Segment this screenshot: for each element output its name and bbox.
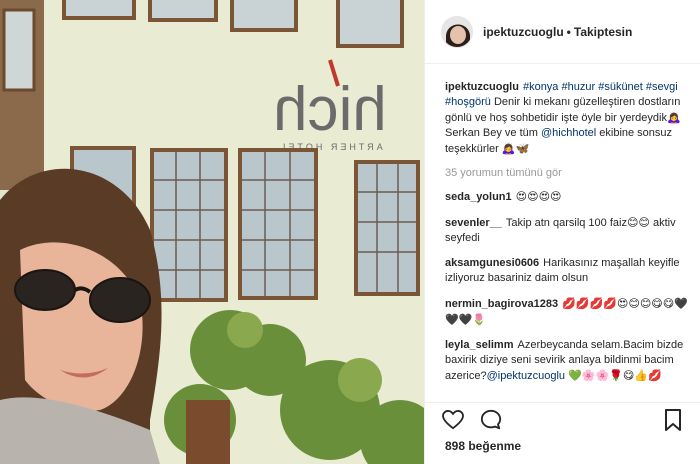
hashtag[interactable]: #sükünet — [598, 81, 643, 93]
header-username[interactable]: ipektuzcuoglu — [483, 25, 564, 39]
comment: sevenler__ Takip atn qarsilq 100 faiz😊😊 a… — [445, 215, 689, 246]
hashtag[interactable]: #hoşgörü — [445, 96, 491, 108]
comment: leyla_selimm Azerbeycanda selam.Bacim biz… — [445, 338, 689, 384]
comment-username[interactable]: seda_yolun1 — [445, 191, 512, 203]
caption-mention[interactable]: @hichhotel — [541, 127, 596, 139]
caption-text: Serkan Bey ve tüm — [445, 127, 538, 139]
view-all-comments-link[interactable]: 35 yorumun tümünü gör — [445, 167, 689, 179]
likes-count[interactable]: 898 beğenme — [445, 439, 521, 453]
post-sidebar: ipektuzcuoglu • Takiptesin ipektuzcuoglu… — [424, 0, 700, 464]
hashtag[interactable]: #konya — [523, 81, 558, 93]
comments-section: ipektuzcuoglu #konya #huzur #sükünet #sev… — [425, 80, 700, 398]
comment-emoji: 💚🌸🌸🌹😋👍💋 — [568, 369, 662, 382]
caption-emoji: 🙇‍♀️ — [666, 111, 681, 124]
comment-emoji: 😍😍😍😍 — [515, 190, 562, 203]
hotel-sign: hich — [273, 75, 387, 144]
save-button[interactable] — [661, 408, 685, 432]
comment-username[interactable]: nermin_bagirova1283 — [445, 298, 558, 310]
comment-username[interactable]: leyla_selimm — [445, 339, 514, 351]
comment: aksamgunesi0606 Harikasınız maşallah keyi… — [445, 256, 689, 286]
heart-icon — [442, 409, 464, 429]
bookmark-icon — [665, 408, 681, 431]
avatar-image — [442, 16, 472, 47]
caption-emoji: 🙇‍♀️🦋 — [501, 142, 530, 155]
comment-emoji: 😊😊 — [626, 216, 650, 229]
hashtag[interactable]: #sevgi — [646, 81, 678, 93]
post-header: ipektuzcuoglu • Takiptesin — [425, 0, 700, 64]
caption-username[interactable]: ipektuzcuoglu — [445, 81, 519, 93]
comment-text: Takip atn qarsilq 100 faiz — [505, 217, 627, 229]
avatar[interactable] — [441, 15, 473, 48]
comment-username[interactable]: sevenler__ — [445, 217, 502, 229]
comment-username[interactable]: aksamgunesi0606 — [445, 257, 539, 269]
comment: nermin_bagirova1283 💋💋💋💋😍😊😊😋😋🖤🖤🖤🌷 — [445, 296, 689, 328]
header-separator: • — [566, 24, 571, 39]
post-photo[interactable]: hich ARTHER HOTEL — [0, 0, 424, 464]
comment-icon — [480, 409, 502, 429]
caption: ipektuzcuoglu #konya #huzur #sükünet #sev… — [445, 80, 689, 157]
photo-illustration: hich ARTHER HOTEL — [0, 0, 424, 464]
comment-mention[interactable]: @ipektuzcuoglu — [487, 370, 565, 382]
follow-status[interactable]: Takiptesin — [574, 25, 632, 39]
comment: seda_yolun1 😍😍😍😍 — [445, 189, 689, 205]
action-bar — [425, 402, 700, 436]
hashtag[interactable]: #huzur — [562, 81, 596, 93]
comment-button[interactable] — [479, 408, 503, 432]
like-button[interactable] — [441, 408, 465, 432]
